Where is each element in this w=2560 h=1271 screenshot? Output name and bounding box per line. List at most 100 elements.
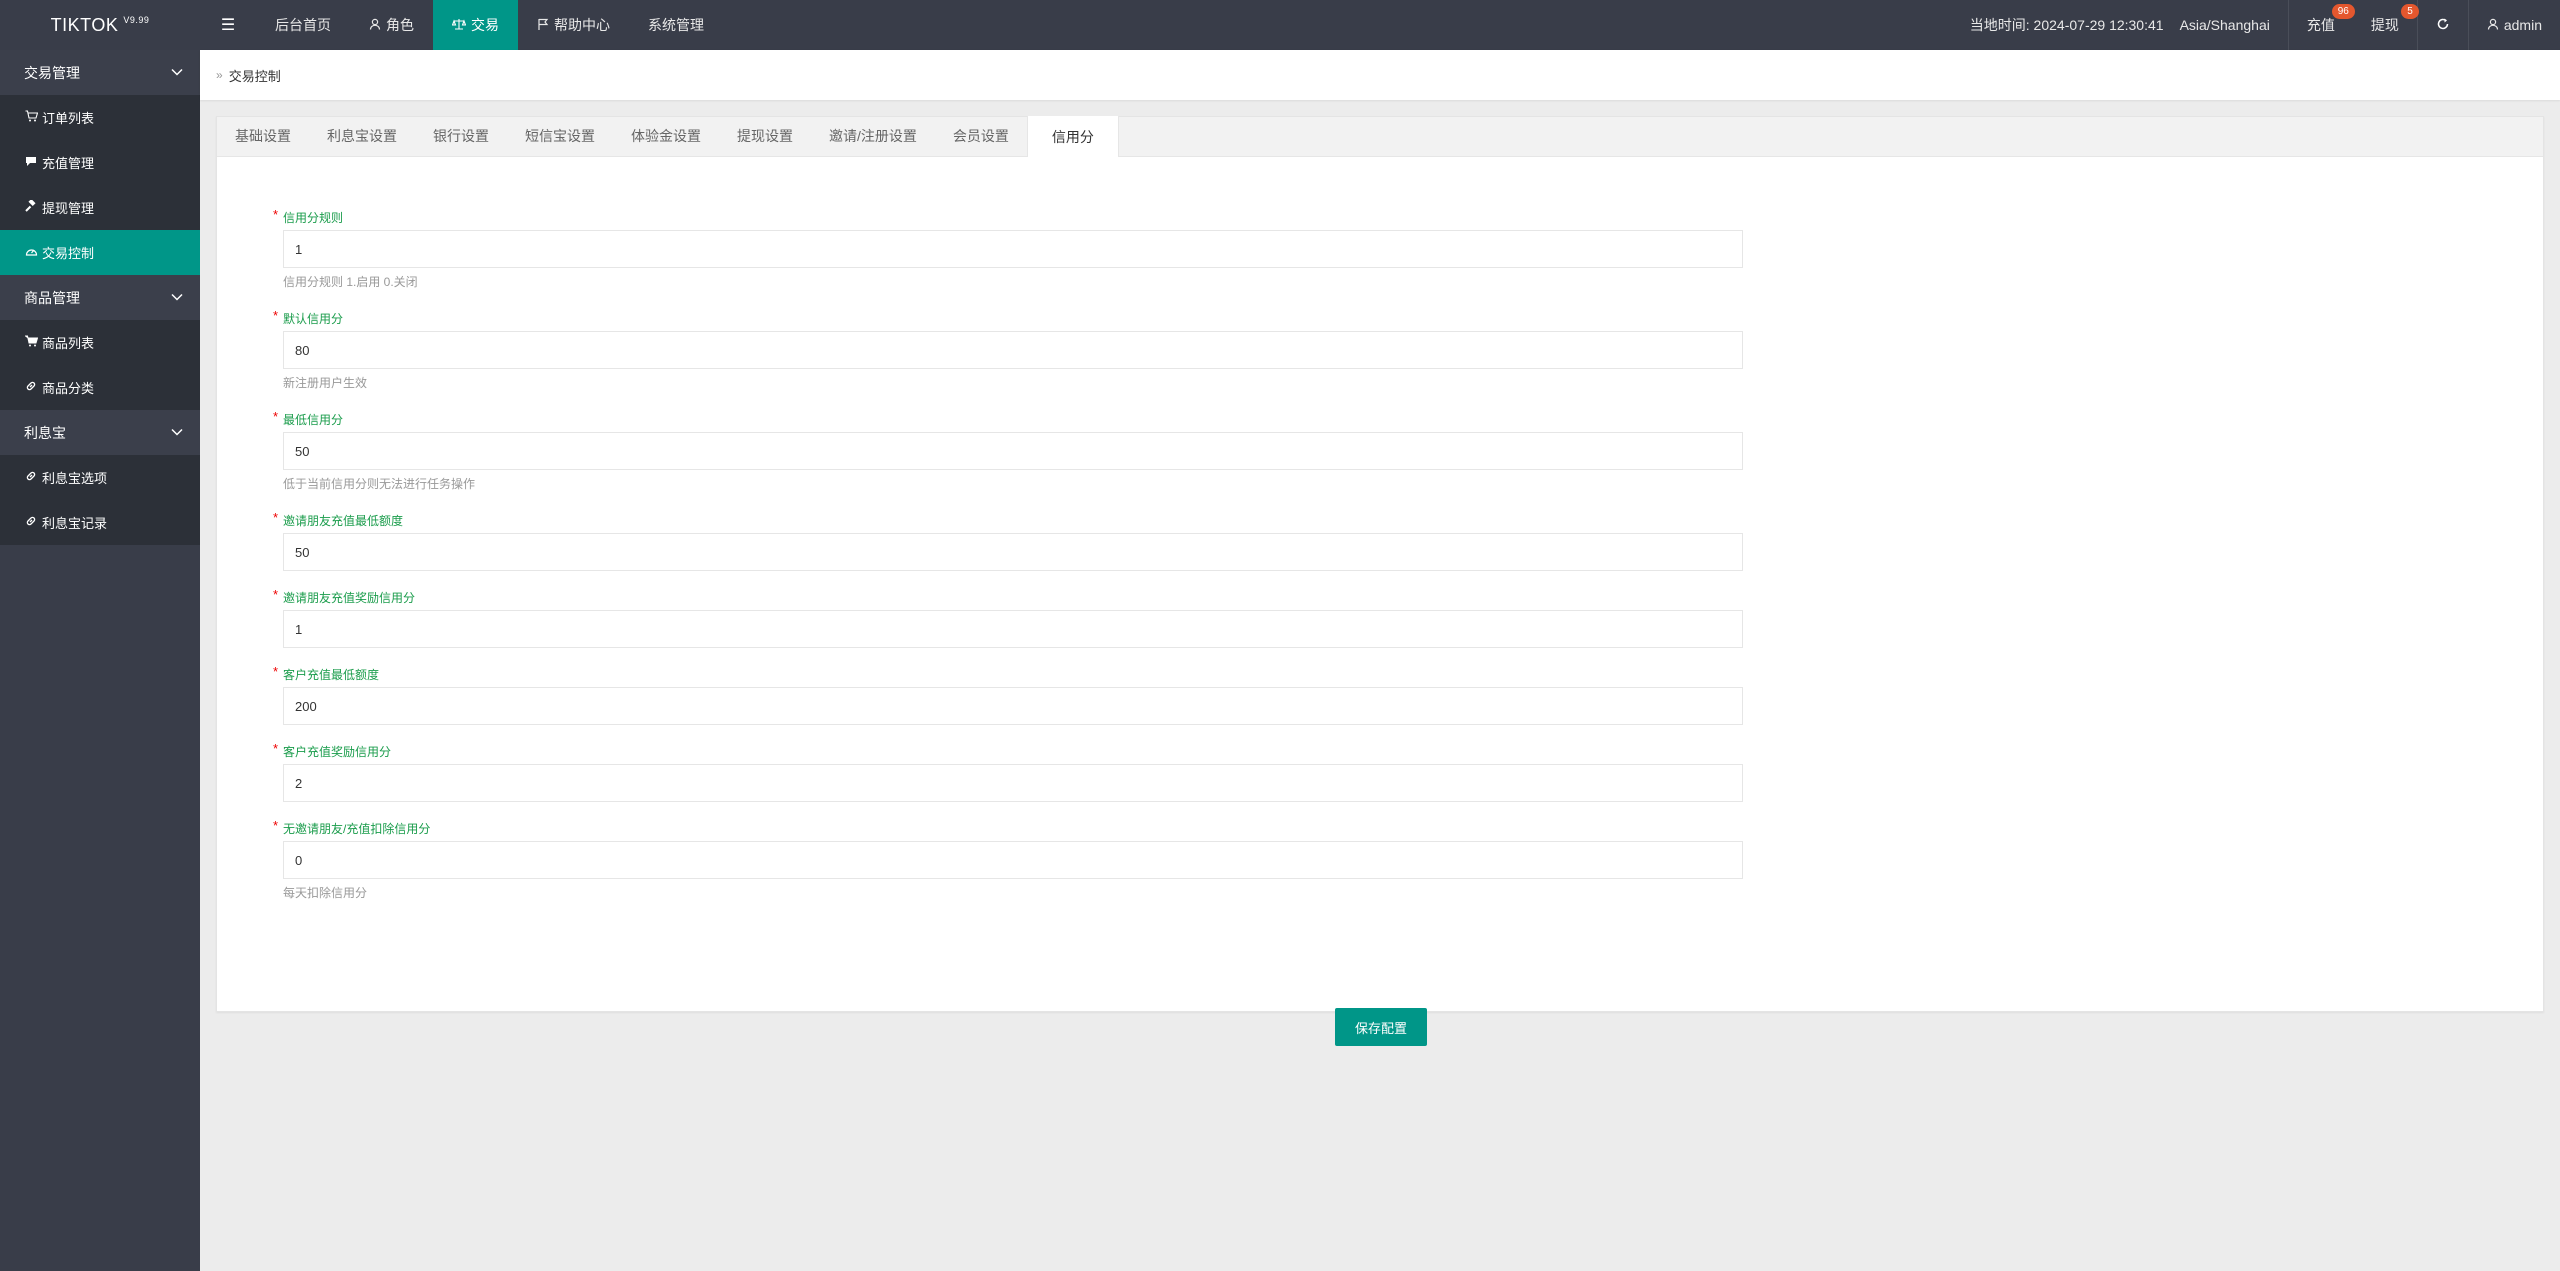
field-label: * 客户充值最低额度 (267, 664, 1727, 683)
sidebar-item-label: 充值管理 (42, 156, 95, 171)
time-text: 当地时间: 2024-07-29 12:30:41 (1969, 17, 2164, 33)
nav-item-label: 系统管理 (648, 17, 704, 33)
user-name: admin (2503, 17, 2542, 33)
credit-rule-input[interactable] (283, 230, 1743, 268)
sidebar-item-goods-list[interactable]: 商品列表 (0, 320, 200, 365)
timezone-text: Asia/Shanghai (2179, 17, 2270, 33)
default-credit-input[interactable] (283, 331, 1743, 369)
sidebar-item-interest-options[interactable]: 利息宝选项 (0, 455, 200, 500)
main-nav: ☰ 后台首页 角色 交易 帮助中心 系统管理 (200, 0, 723, 50)
required-mark: * (273, 741, 279, 756)
field-label: * 邀请朋友充值最低额度 (267, 510, 1727, 529)
min-credit-input[interactable] (283, 432, 1743, 470)
form-field: * 邀请朋友充值奖励信用分 (267, 587, 1743, 648)
refresh-button[interactable] (2418, 0, 2468, 50)
scale-icon (451, 18, 467, 33)
invite-reward-credit-input[interactable] (283, 610, 1743, 648)
recharge-label: 充值 (2306, 17, 2335, 33)
form-field: * 无邀请朋友/充值扣除信用分 每天扣除信用分 (267, 818, 1743, 901)
nav-item-label: 角色 (386, 17, 414, 33)
field-label: * 默认信用分 (267, 308, 1727, 327)
tab-credit-score[interactable]: 信用分 (1026, 116, 1119, 157)
gavel-icon (24, 198, 38, 215)
nav-item-trade[interactable]: 交易 (433, 0, 518, 50)
sidebar-item-label: 订单列表 (42, 111, 95, 126)
tab-trial-fund[interactable]: 体验金设置 (613, 116, 719, 156)
form-field: * 最低信用分 低于当前信用分则无法进行任务操作 (267, 409, 1743, 492)
daily-deduct-credit-input[interactable] (283, 841, 1743, 879)
link-icon (24, 470, 38, 485)
main-content: » 交易控制 基础设置 利息宝设置 银行设置 短信宝设置 体验金设置 提现设置 … (200, 50, 2560, 1271)
recharge-link[interactable]: 充值 96 (2289, 0, 2355, 50)
hamburger-icon: ☰ (220, 17, 236, 34)
sidebar-item-goods-category[interactable]: 商品分类 (0, 365, 200, 410)
tab-withdraw[interactable]: 提现设置 (719, 116, 811, 156)
withdraw-badge: 5 (2401, 4, 2419, 19)
header-right: 当地时间: 2024-07-29 12:30:41 Asia/Shanghai … (1952, 0, 2560, 50)
nav-item-label: 后台首页 (275, 17, 331, 33)
tab-interest[interactable]: 利息宝设置 (309, 116, 415, 156)
field-label-text: 信用分规则 (283, 211, 344, 225)
nav-item-role[interactable]: 角色 (350, 0, 433, 50)
user-icon (2487, 17, 2499, 33)
tab-bank[interactable]: 银行设置 (415, 116, 507, 156)
customer-min-recharge-input[interactable] (283, 687, 1743, 725)
menu-toggle-button[interactable]: ☰ (200, 0, 256, 50)
customer-reward-credit-input[interactable] (283, 764, 1743, 802)
double-chevron-icon: » (216, 68, 223, 82)
chevron-down-icon (171, 428, 183, 436)
field-help: 新注册用户生效 (283, 376, 368, 390)
sidebar-item-interest-records[interactable]: 利息宝记录 (0, 500, 200, 545)
nav-item-system[interactable]: 系统管理 (629, 0, 723, 50)
required-mark: * (273, 207, 279, 222)
dashboard-icon (24, 245, 38, 260)
tab-member[interactable]: 会员设置 (935, 116, 1027, 156)
save-config-button[interactable]: 保存配置 (1335, 1008, 1427, 1046)
sidebar-item-label: 提现管理 (42, 201, 95, 216)
breadcrumb-current: 交易控制 (228, 68, 281, 84)
sidebar-group-interest[interactable]: 利息宝 (0, 410, 200, 455)
required-mark: * (273, 664, 279, 679)
tab-invite-register[interactable]: 邀请/注册设置 (811, 116, 935, 156)
withdraw-link[interactable]: 提现 5 (2353, 0, 2419, 50)
sidebar-group-trade[interactable]: 交易管理 (0, 50, 200, 95)
field-label-text: 邀请朋友充值奖励信用分 (283, 591, 416, 605)
nav-item-home[interactable]: 后台首页 (256, 0, 350, 50)
invite-min-recharge-input[interactable] (283, 533, 1743, 571)
sidebar-item-orders[interactable]: 订单列表 (0, 95, 200, 140)
logo[interactable]: TIKTOK V9.99 (0, 0, 200, 50)
withdraw-label: 提现 (2370, 17, 2399, 33)
nav-item-help[interactable]: 帮助中心 (518, 0, 629, 50)
field-label: * 客户充值奖励信用分 (267, 741, 1727, 760)
tab-basic[interactable]: 基础设置 (217, 116, 309, 156)
cart-icon (23, 335, 38, 350)
field-help: 每天扣除信用分 (283, 886, 368, 900)
tab-sms[interactable]: 短信宝设置 (507, 116, 613, 156)
required-mark: * (273, 409, 279, 424)
sidebar-group-goods[interactable]: 商品管理 (0, 275, 200, 320)
field-label: * 最低信用分 (267, 409, 1727, 428)
sidebar-item-label: 商品分类 (42, 381, 95, 396)
required-mark: * (273, 587, 279, 602)
sidebar-item-withdraw[interactable]: 提现管理 (0, 185, 200, 230)
field-label-text: 最低信用分 (283, 413, 344, 427)
sidebar-item-trade-control[interactable]: 交易控制 (0, 230, 200, 275)
user-menu[interactable]: admin (2469, 0, 2560, 50)
required-mark: * (273, 818, 279, 833)
sidebar-item-label: 利息宝选项 (42, 471, 108, 486)
recharge-badge: 96 (2331, 4, 2355, 19)
chevron-down-icon (171, 293, 183, 301)
field-label: * 无邀请朋友/充值扣除信用分 (267, 818, 1727, 837)
field-label: * 信用分规则 (267, 207, 1727, 226)
sidebar-item-recharge[interactable]: 充值管理 (0, 140, 200, 185)
sidebar: 交易管理 订单列表 充值管理 提现管理 交易控制 商品管理 商品列表 商品分类 … (0, 50, 200, 1271)
logo-text: TIKTOK (50, 14, 119, 35)
field-label-text: 客户充值奖励信用分 (283, 745, 392, 759)
breadcrumb: » 交易控制 (200, 50, 2560, 100)
nav-item-label: 帮助中心 (554, 17, 610, 33)
user-icon (369, 18, 381, 33)
settings-panel: 基础设置 利息宝设置 银行设置 短信宝设置 体验金设置 提现设置 邀请/注册设置… (216, 116, 2544, 1046)
required-mark: * (273, 510, 279, 525)
version-label: V9.99 (123, 15, 150, 25)
form-field: * 邀请朋友充值最低额度 (267, 510, 1743, 571)
